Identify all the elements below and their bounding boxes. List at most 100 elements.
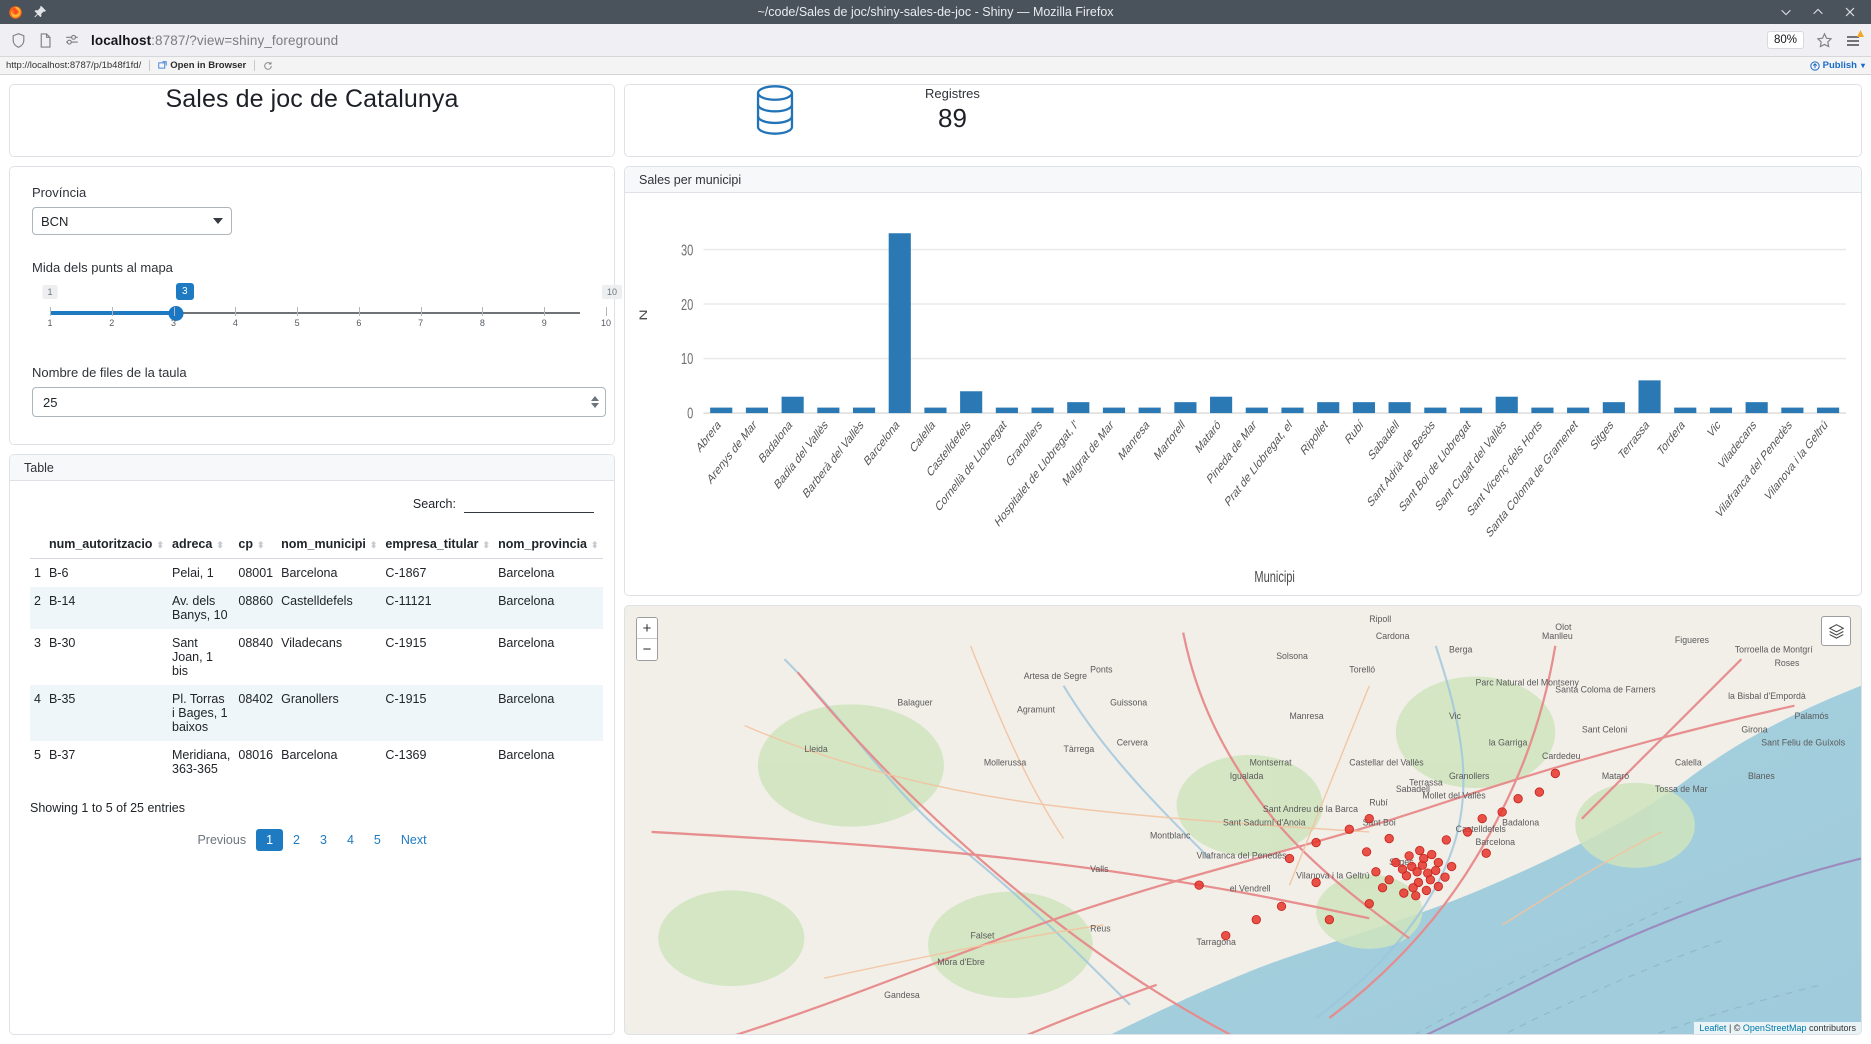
map-surface[interactable]: BergaTossa de MarCardonaSolsonaManlleuGi… — [625, 606, 1861, 1034]
chart-bar[interactable] — [1638, 380, 1660, 413]
chart-bar[interactable] — [1246, 408, 1268, 413]
map-marker[interactable] — [1285, 854, 1294, 863]
chart-bar[interactable] — [710, 408, 732, 413]
pagination-page-5[interactable]: 5 — [364, 829, 391, 851]
sort-icon[interactable]: ⬍ — [483, 540, 491, 550]
map-marker[interactable] — [1478, 814, 1487, 823]
point-size-slider[interactable]: 1 10 3 12345678910 — [32, 285, 592, 341]
map-marker[interactable] — [1412, 891, 1421, 900]
chart-bar[interactable] — [1460, 408, 1482, 413]
map-marker[interactable] — [1431, 866, 1440, 875]
chart-bar[interactable] — [1674, 408, 1696, 413]
map-marker[interactable] — [1498, 808, 1507, 817]
bookmark-star-icon[interactable] — [1816, 32, 1833, 49]
chart-bar[interactable] — [1389, 402, 1411, 413]
table-column-header[interactable]: adreca⬍ — [168, 531, 234, 559]
pagination-page-1[interactable]: 1 — [256, 829, 283, 851]
shield-icon[interactable] — [10, 32, 27, 49]
pagination-next[interactable]: Next — [391, 829, 437, 851]
table-column-header[interactable]: cp⬍ — [234, 531, 277, 559]
map-marker[interactable] — [1441, 873, 1450, 882]
chart-bar[interactable] — [746, 408, 768, 413]
chart-bar[interactable] — [960, 391, 982, 413]
chart-bar[interactable] — [853, 408, 875, 413]
chart-bar[interactable] — [1139, 408, 1161, 413]
chart-bar[interactable] — [1210, 397, 1232, 413]
map-marker[interactable] — [1442, 836, 1451, 845]
map-marker[interactable] — [1426, 876, 1435, 885]
chart-bar[interactable] — [1496, 397, 1518, 413]
map-marker[interactable] — [1398, 865, 1407, 874]
map-marker[interactable] — [1514, 794, 1523, 803]
chart-bar[interactable] — [1531, 408, 1553, 413]
table-row[interactable]: 2B-14Av. dels Banys, 1008860Castelldefel… — [30, 587, 603, 629]
map-marker[interactable] — [1365, 814, 1374, 823]
chart-bar[interactable] — [1603, 402, 1625, 413]
map-zoom-out-button[interactable]: − — [637, 639, 657, 660]
page-document-icon[interactable] — [37, 32, 54, 49]
map-marker[interactable] — [1415, 846, 1424, 855]
pagination-page-2[interactable]: 2 — [283, 829, 310, 851]
map-marker[interactable] — [1252, 915, 1261, 924]
table-row[interactable]: 5B-37Meridiana, 363-36508016BarcelonaC-1… — [30, 741, 603, 783]
chart-bar[interactable] — [782, 397, 804, 413]
chart-bar[interactable] — [1353, 402, 1375, 413]
map-marker[interactable] — [1482, 849, 1491, 858]
map-marker[interactable] — [1434, 882, 1443, 891]
map-marker[interactable] — [1434, 858, 1443, 867]
map-marker[interactable] — [1419, 854, 1428, 863]
chart-bar[interactable] — [1567, 408, 1589, 413]
map-layers-button[interactable] — [1821, 616, 1851, 646]
table-row[interactable]: 1B-6Pelai, 108001BarcelonaC-1867Barcelon… — [30, 559, 603, 588]
chart-bar[interactable] — [1281, 408, 1303, 413]
map-marker[interactable] — [1447, 862, 1456, 871]
map-marker[interactable] — [1378, 884, 1387, 893]
chart-bar[interactable] — [1424, 408, 1446, 413]
chart-bar[interactable] — [1174, 402, 1196, 413]
map-marker[interactable] — [1312, 878, 1321, 887]
table-row[interactable]: 4B-35Pl. Torras i Bages, 1 baixos08402Gr… — [30, 685, 603, 741]
map-marker[interactable] — [1385, 876, 1394, 885]
stepper-down-icon[interactable] — [591, 403, 599, 408]
sort-icon[interactable]: ⬍ — [216, 540, 224, 550]
table-column-header[interactable]: empresa_titular⬍ — [381, 531, 494, 559]
map-marker[interactable] — [1463, 828, 1472, 837]
map-marker[interactable] — [1427, 850, 1436, 859]
table-column-header[interactable]: nom_provincia⬍ — [494, 531, 602, 559]
permissions-settings-icon[interactable] — [64, 32, 81, 49]
pagination-page-3[interactable]: 3 — [310, 829, 337, 851]
chart-bar[interactable] — [1067, 402, 1089, 413]
rows-number-input[interactable]: 25 — [32, 387, 606, 417]
chart-bar[interactable] — [1817, 408, 1839, 413]
publish-caret-icon[interactable]: ▾ — [1861, 61, 1865, 70]
pin-icon[interactable] — [33, 5, 47, 19]
chart-bar[interactable] — [1710, 408, 1732, 413]
chart-bar[interactable] — [1781, 408, 1803, 413]
map-marker[interactable] — [1422, 886, 1431, 895]
map-marker[interactable] — [1535, 788, 1544, 797]
refresh-icon[interactable] — [263, 61, 272, 70]
chart-bar[interactable] — [817, 408, 839, 413]
chart-bar[interactable] — [1317, 402, 1339, 413]
map-marker[interactable] — [1365, 899, 1374, 908]
map-marker[interactable] — [1392, 858, 1401, 867]
sort-icon[interactable]: ⬍ — [156, 540, 164, 550]
map-zoom-in-button[interactable]: + — [637, 618, 657, 639]
stepper-up-icon[interactable] — [591, 396, 599, 401]
window-close-button[interactable] — [1843, 5, 1857, 19]
table-column-header[interactable]: nom_municipi⬍ — [277, 531, 381, 559]
map-zoom-controls[interactable]: + − — [636, 617, 658, 661]
chart-bar[interactable] — [1103, 408, 1125, 413]
search-input[interactable] — [464, 495, 594, 513]
address-bar[interactable]: localhost:8787/?view=shiny_foreground — [91, 29, 1757, 51]
browser-menu-icon[interactable] — [1845, 32, 1861, 48]
number-stepper[interactable] — [591, 396, 599, 408]
zoom-level-badge[interactable]: 80% — [1767, 31, 1804, 49]
chart-bar[interactable] — [889, 233, 911, 413]
map-card[interactable]: BergaTossa de MarCardonaSolsonaManlleuGi… — [624, 605, 1862, 1035]
map-marker[interactable] — [1551, 769, 1560, 778]
chart-bar[interactable] — [1746, 402, 1768, 413]
table-row[interactable]: 3B-30Sant Joan, 1 bis08840ViladecansC-19… — [30, 629, 603, 685]
map-marker[interactable] — [1385, 834, 1394, 843]
chart-bar[interactable] — [1032, 408, 1054, 413]
